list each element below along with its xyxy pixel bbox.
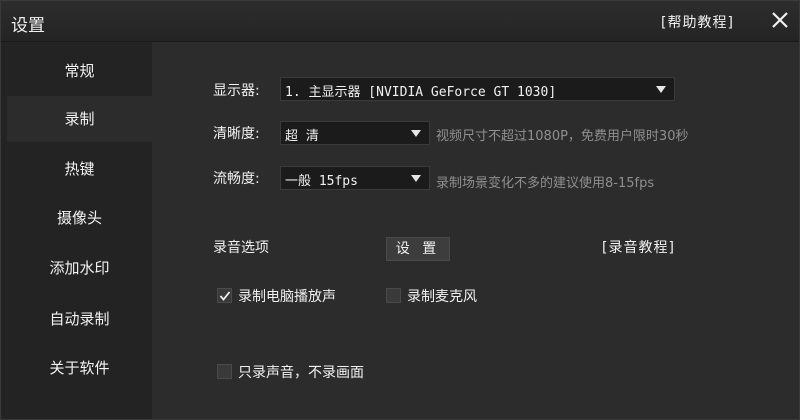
title-bar: 设置 [帮助教程] [1,1,799,42]
sidebar-item-record[interactable]: 录制 [7,96,152,142]
chevron-down-icon [411,130,421,137]
clarity-hint: 视频尺寸不超过1080P，免费用户限时30秒 [436,129,689,144]
clarity-select-value: 超 清 [285,129,319,144]
display-select-value: 1. 主显示器 [NVIDIA GeForce GT 1030] [285,85,557,100]
audio-only-checkbox[interactable]: 只录声音，不录画面 [217,362,387,382]
chevron-down-icon [411,175,421,182]
clarity-select[interactable]: 超 清 [280,121,430,145]
fluency-select[interactable]: 一般 15fps [280,166,430,190]
close-icon [772,12,788,28]
display-select[interactable]: 1. 主显示器 [NVIDIA GeForce GT 1030] [280,77,675,101]
check-icon [219,291,231,301]
sidebar-item-auto-record[interactable]: 自动录制 [7,296,152,342]
sidebar: 常规 录制 热键 摄像头 添加水印 自动录制 关于软件 [1,42,152,419]
window-title: 设置 [11,16,45,36]
record-mic-checkbox[interactable]: 录制麦克风 [386,286,506,306]
checkbox-box [217,364,232,379]
help-tutorial-link[interactable]: [帮助教程] [661,12,734,32]
checkbox-box [217,288,232,303]
sidebar-item-camera[interactable]: 摄像头 [7,195,152,241]
checkbox-box [386,288,401,303]
record-settings-panel: 显示器: 1. 主显示器 [NVIDIA GeForce GT 1030] 清晰… [152,42,799,419]
settings-window: 设置 [帮助教程] 常规 录制 热键 摄像头 添加水印 自动录制 关于软件 显示… [0,0,800,420]
sidebar-item-watermark[interactable]: 添加水印 [7,245,152,291]
fluency-select-value: 一般 15fps [285,174,358,189]
fluency-hint: 录制场景变化不多的建议使用8-15fps [436,176,655,191]
sidebar-item-general[interactable]: 常规 [7,48,152,94]
audio-options-label: 录音选项 [213,240,269,256]
close-button[interactable] [767,7,793,33]
record-mic-label: 录制麦克风 [407,289,477,305]
audio-only-label: 只录声音，不录画面 [238,365,364,381]
record-system-sound-label: 录制电脑播放声 [238,289,336,305]
audio-tutorial-link[interactable]: [录音教程] [602,237,675,257]
audio-settings-button[interactable]: 设 置 [386,237,450,261]
record-system-sound-checkbox[interactable]: 录制电脑播放声 [217,286,367,306]
sidebar-item-about[interactable]: 关于软件 [7,345,152,391]
sidebar-item-hotkeys[interactable]: 热键 [7,146,152,192]
display-label: 显示器: [213,83,260,99]
chevron-down-icon [656,86,666,93]
fluency-label: 流畅度: [213,171,260,187]
clarity-label: 清晰度: [213,126,260,142]
